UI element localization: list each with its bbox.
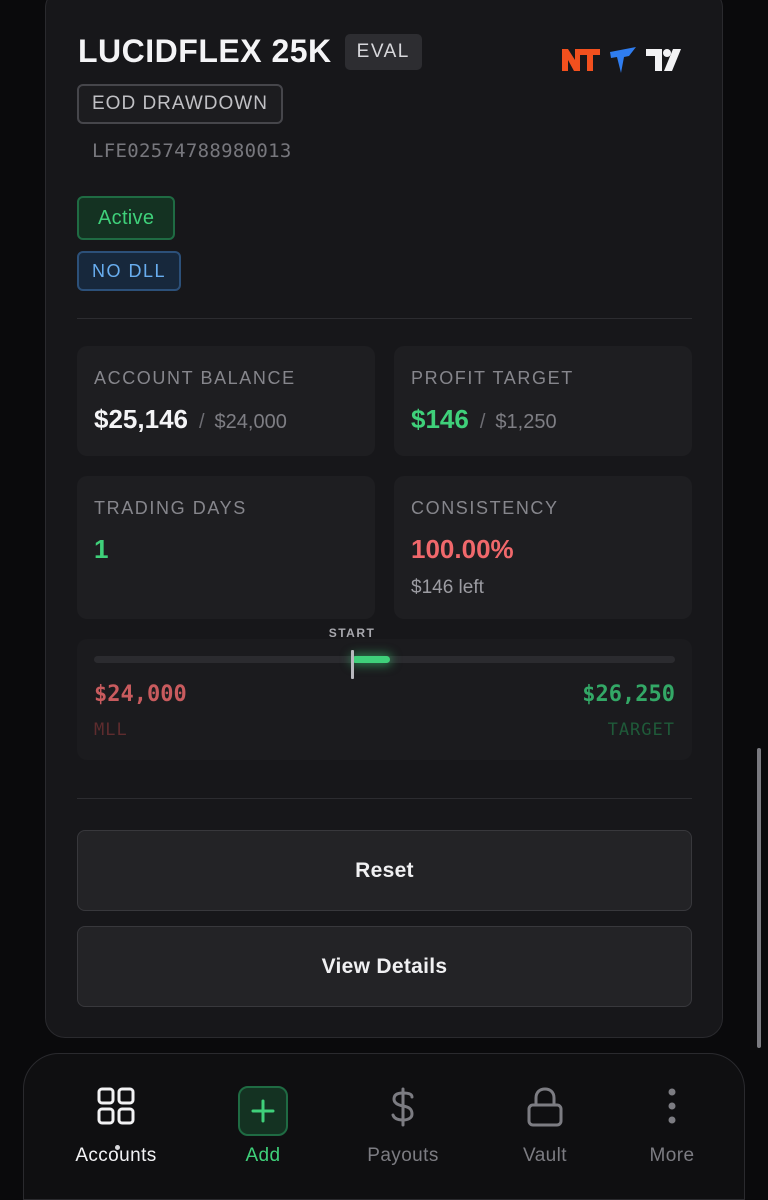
- account-header: LUCIDFLEX 25K EVAL: [78, 33, 422, 70]
- app-screen: LUCIDFLEX 25K EVAL EOD DRAWDOWN LFE02574…: [0, 0, 768, 1200]
- profit-target-amount: $1,250: [495, 411, 557, 433]
- bottom-nav: Accounts Add Payouts Vault More: [23, 1053, 745, 1200]
- trading-days-value-row: 1: [94, 534, 108, 565]
- platform-logos: [562, 47, 688, 73]
- profit-value: $146: [411, 404, 469, 434]
- account-title: LUCIDFLEX 25K: [78, 33, 332, 69]
- value-separator: /: [198, 411, 205, 433]
- profit-value-row: $146 / $1,250: [411, 404, 557, 435]
- nav-item-add[interactable]: Add: [193, 1054, 333, 1200]
- reset-button[interactable]: Reset: [77, 830, 692, 911]
- nav-label: Payouts: [367, 1145, 439, 1166]
- nav-item-vault[interactable]: Vault: [475, 1054, 615, 1200]
- account-type-badge: EVAL: [344, 33, 422, 70]
- more-vertical-icon: [668, 1088, 676, 1124]
- plus-icon: [251, 1099, 275, 1123]
- nav-label: Accounts: [75, 1145, 157, 1166]
- drawdown-progress-panel: START $24,000 MLL $26,250 TARGET: [77, 626, 692, 760]
- tradingview-logo: [646, 49, 681, 71]
- tile-label: CONSISTENCY: [411, 498, 559, 518]
- nav-label: More: [649, 1145, 695, 1166]
- consistency-value-row: 100.00%: [411, 534, 514, 565]
- add-button[interactable]: [238, 1086, 288, 1136]
- tile-label: PROFIT TARGET: [411, 368, 574, 388]
- nav-item-payouts[interactable]: Payouts: [333, 1054, 473, 1200]
- account-id: LFE02574788980013: [92, 140, 292, 162]
- tile-label: ACCOUNT BALANCE: [94, 368, 296, 388]
- nav-item-accounts[interactable]: Accounts: [46, 1054, 186, 1200]
- nav-label: Vault: [523, 1145, 567, 1166]
- view-details-button[interactable]: View Details: [77, 926, 692, 1007]
- nav-item-more[interactable]: More: [602, 1054, 742, 1200]
- value-separator: /: [479, 411, 486, 433]
- balance-value-row: $25,146 / $24,000: [94, 404, 287, 435]
- account-card: LUCIDFLEX 25K EVAL EOD DRAWDOWN LFE02574…: [45, 0, 723, 1038]
- scrollbar[interactable]: [757, 748, 761, 1048]
- account-balance-tile: ACCOUNT BALANCE $25,146 / $24,000: [77, 346, 375, 456]
- balance-value: $25,146: [94, 404, 188, 434]
- grid-icon: [97, 1087, 135, 1125]
- mll-value: $24,000: [94, 682, 187, 707]
- divider: [77, 798, 692, 799]
- nav-label: Add: [245, 1145, 281, 1166]
- dll-badge: NO DLL: [77, 251, 182, 291]
- progress-track: [94, 650, 675, 679]
- target-label: TARGET: [607, 720, 675, 740]
- profit-target-tile: PROFIT TARGET $146 / $1,250: [394, 346, 692, 456]
- trading-days-value: 1: [94, 534, 109, 564]
- consistency-tile: CONSISTENCY 100.00% $146 left: [394, 476, 692, 619]
- consistency-note: $146 left: [411, 577, 484, 598]
- trading-days-tile: TRADING DAYS 1: [77, 476, 375, 619]
- status-badge: Active: [77, 196, 176, 240]
- ninjatrader-logo: [562, 49, 600, 71]
- progress-fill: [352, 656, 390, 663]
- start-label: START: [328, 626, 376, 640]
- drawdown-type-badge: EOD DRAWDOWN: [77, 84, 283, 124]
- tradovate-logo: [610, 47, 636, 73]
- dollar-icon: [391, 1087, 414, 1127]
- lock-icon: [527, 1087, 563, 1127]
- target-value: $26,250: [582, 682, 675, 707]
- mll-label: MLL: [94, 720, 128, 740]
- start-marker: [350, 650, 354, 679]
- starting-balance: $24,000: [214, 411, 287, 433]
- divider: [77, 318, 692, 319]
- tile-label: TRADING DAYS: [94, 498, 247, 518]
- consistency-value: 100.00%: [411, 534, 514, 564]
